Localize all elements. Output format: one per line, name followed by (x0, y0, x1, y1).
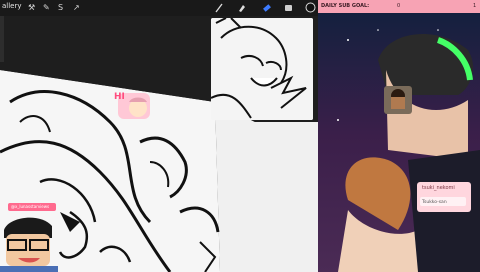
sub-goal-count: 0 (397, 3, 401, 9)
chat-message-text: Tsukko-san (422, 200, 447, 205)
sub-goal-bar: DAILY SUB GOAL: 0 1 (318, 0, 480, 13)
smudge-icon[interactable] (237, 3, 247, 13)
selection-icon[interactable]: S (58, 3, 63, 12)
chat-message-username: tsuki_nekomi (422, 185, 455, 191)
adjust-icon[interactable]: ✎ (43, 3, 50, 12)
chat-username-tag: @x_lunasstarviews (8, 203, 56, 211)
drawing-app: allery ⚒ ✎ S ↗ HI @x_lunasstarviews (0, 0, 318, 272)
viewer-emote (384, 86, 412, 114)
brush-icon[interactable] (214, 3, 224, 13)
reference-image[interactable] (211, 18, 313, 120)
eraser-icon[interactable] (262, 3, 272, 13)
layers-icon[interactable] (284, 3, 294, 13)
toolbar: allery ⚒ ✎ S ↗ (0, 0, 318, 16)
color-picker-icon[interactable] (305, 2, 316, 13)
chat-username: @x_lunasstarviews (11, 204, 50, 209)
wrench-icon[interactable]: ⚒ (28, 3, 35, 12)
transform-icon[interactable]: ↗ (73, 3, 80, 12)
sub-goal-target: 1 (473, 3, 477, 9)
streamer-avatar (0, 217, 58, 272)
gallery-button[interactable]: allery (2, 2, 22, 10)
sub-goal-label: DAILY SUB GOAL: (321, 3, 370, 9)
stream-artwork (318, 0, 480, 272)
chat-message-card: tsuki_nekomi Tsukko-san (417, 182, 471, 212)
sticker-text: HI (114, 92, 125, 102)
